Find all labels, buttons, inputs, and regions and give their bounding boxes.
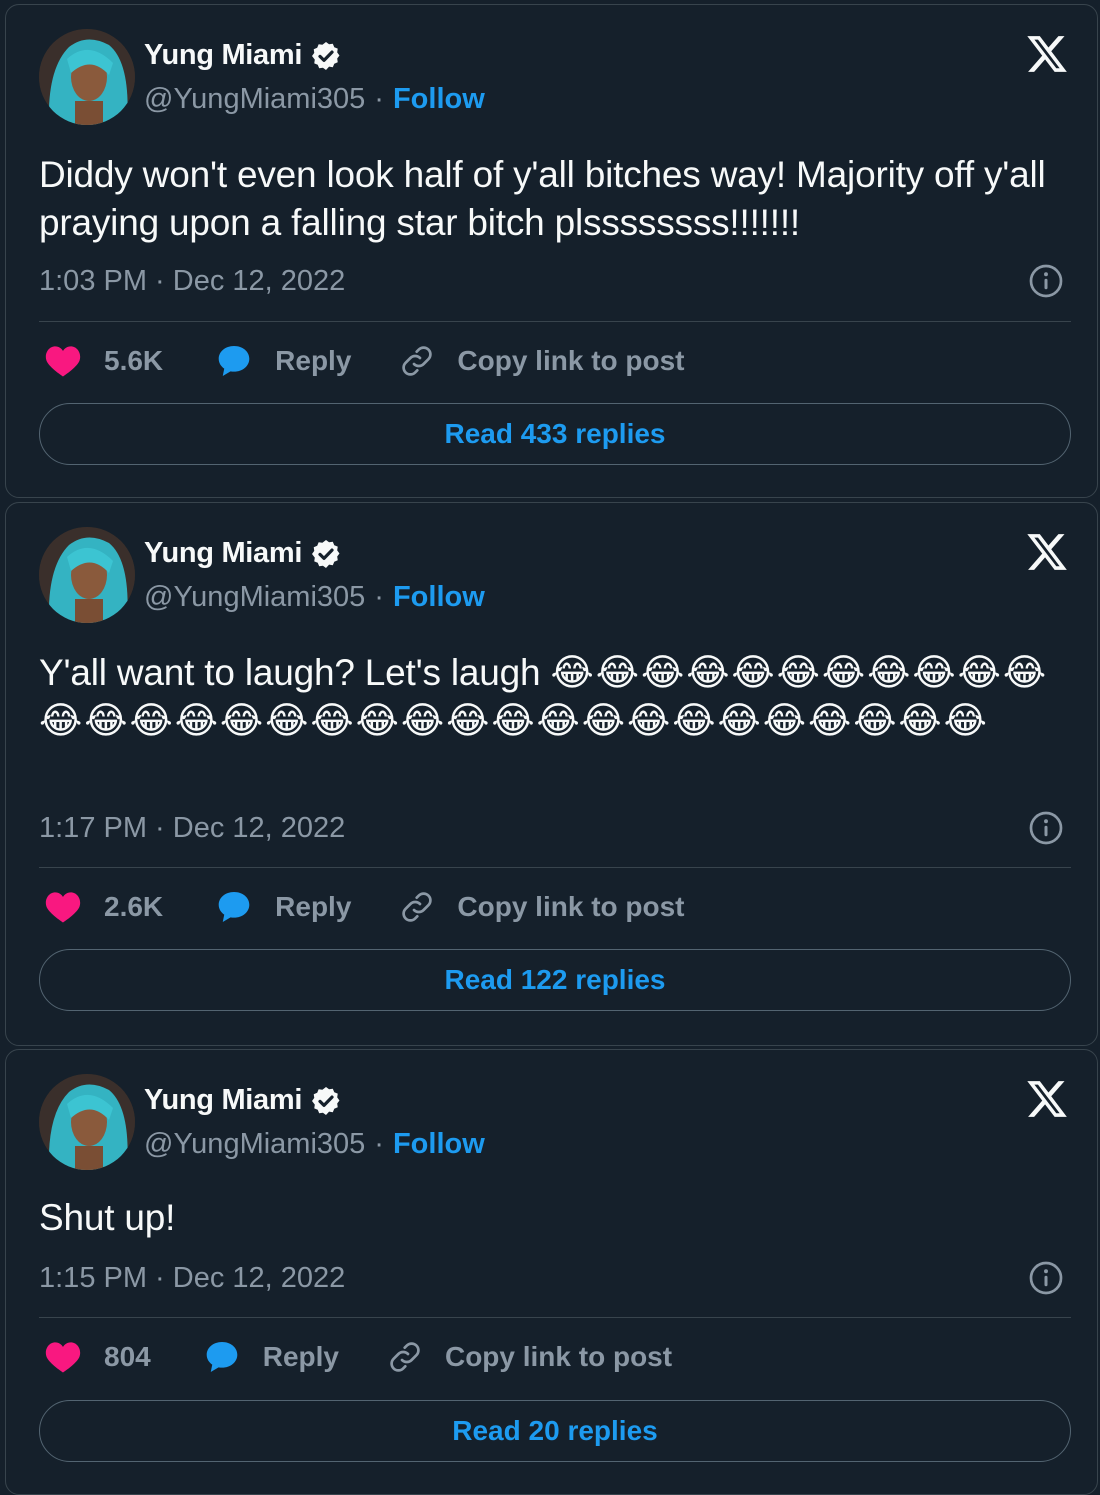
info-icon[interactable] <box>1028 263 1064 299</box>
avatar[interactable] <box>39 29 135 125</box>
x-logo-icon[interactable] <box>1024 530 1070 574</box>
copy-link-label: Copy link to post <box>457 891 685 922</box>
handle-row: @YungMiami305 · Follow <box>144 581 485 614</box>
heart-icon <box>45 346 81 377</box>
copy-link-button[interactable]: Copy link to post <box>399 889 685 925</box>
tweet-card: Yung Miami @YungMiami305 · Follow Y'all … <box>5 502 1098 1046</box>
info-icon[interactable] <box>1028 810 1064 846</box>
separator: · <box>374 83 384 115</box>
verified-badge-icon <box>312 1086 340 1115</box>
like-count: 804 <box>104 1341 151 1372</box>
verified-badge-icon <box>312 539 340 568</box>
tweet-card: Yung Miami @YungMiami305 · Follow Diddy … <box>5 4 1098 498</box>
separator: · <box>374 581 384 613</box>
copy-link-button[interactable]: Copy link to post <box>387 1339 672 1375</box>
follow-button[interactable]: Follow <box>393 1128 485 1161</box>
copy-link-label: Copy link to post <box>457 345 685 376</box>
reply-button[interactable]: Reply <box>215 343 399 379</box>
speech-bubble-icon <box>218 346 250 376</box>
read-replies-button[interactable]: Read 433 replies <box>39 403 1071 465</box>
follow-button[interactable]: Follow <box>393 581 485 614</box>
like-count: 2.6K <box>104 891 164 922</box>
author-name[interactable]: Yung Miami <box>144 537 342 570</box>
reply-button[interactable]: Reply <box>215 889 399 925</box>
tweet-text-body: Y'all want to laugh? Let's laugh <box>39 652 551 693</box>
heart-icon <box>45 892 81 923</box>
info-icon[interactable] <box>1028 1260 1064 1296</box>
handle[interactable]: @YungMiami305 <box>144 1128 365 1161</box>
action-bar: 2.6K Reply Copy link to post <box>44 889 685 925</box>
timestamp[interactable]: 1:15 PM · Dec 12, 2022 <box>39 1262 345 1295</box>
follow-button[interactable]: Follow <box>393 83 485 116</box>
divider <box>39 321 1071 322</box>
tweet-card: Yung Miami @YungMiami305 · Follow Shut u… <box>5 1049 1098 1495</box>
like-button[interactable]: 804 <box>44 1340 203 1374</box>
heart-icon <box>45 1342 81 1373</box>
divider <box>39 1317 1071 1318</box>
like-button[interactable]: 2.6K <box>44 890 215 924</box>
handle-row: @YungMiami305 · Follow <box>144 1128 485 1161</box>
reply-label: Reply <box>275 891 352 922</box>
timestamp[interactable]: 1:03 PM · Dec 12, 2022 <box>39 265 345 298</box>
tweet-text: Y'all want to laugh? Let's laugh 😂😂😂😂😂😂😂… <box>39 649 1069 745</box>
avatar[interactable] <box>39 527 135 623</box>
action-bar: 5.6K Reply Copy link to post <box>44 343 685 379</box>
author-name-text[interactable]: Yung Miami <box>144 1084 302 1117</box>
x-logo-icon[interactable] <box>1024 1077 1070 1121</box>
reply-button[interactable]: Reply <box>203 1339 387 1375</box>
read-replies-button[interactable]: Read 20 replies <box>39 1400 1071 1462</box>
copy-link-label: Copy link to post <box>444 1341 673 1372</box>
tweet-text: Shut up! <box>39 1197 176 1238</box>
author-name-text[interactable]: Yung Miami <box>144 537 302 570</box>
like-count: 5.6K <box>104 345 164 376</box>
reply-label: Reply <box>275 345 352 376</box>
author-name-text[interactable]: Yung Miami <box>144 39 302 72</box>
handle[interactable]: @YungMiami305 <box>144 83 365 116</box>
avatar[interactable] <box>39 1074 135 1170</box>
author-name[interactable]: Yung Miami <box>144 1084 342 1117</box>
link-icon <box>390 1342 420 1372</box>
handle[interactable]: @YungMiami305 <box>144 581 365 614</box>
handle-row: @YungMiami305 · Follow <box>144 83 485 116</box>
like-button[interactable]: 5.6K <box>44 344 215 378</box>
speech-bubble-icon <box>218 892 250 922</box>
separator: · <box>374 1128 384 1160</box>
x-logo-icon[interactable] <box>1024 32 1070 76</box>
reply-label: Reply <box>262 1341 339 1372</box>
tweet-text: Diddy won't even look half of y'all bitc… <box>39 154 1056 243</box>
read-replies-button[interactable]: Read 122 replies <box>39 949 1071 1011</box>
verified-badge-icon <box>312 41 340 70</box>
action-bar: 804 Reply Copy link to post <box>44 1339 672 1375</box>
timestamp[interactable]: 1:17 PM · Dec 12, 2022 <box>39 812 345 845</box>
copy-link-button[interactable]: Copy link to post <box>399 343 685 379</box>
divider <box>39 867 1071 868</box>
author-name[interactable]: Yung Miami <box>144 39 342 72</box>
link-icon <box>402 892 433 922</box>
speech-bubble-icon <box>206 1342 238 1372</box>
link-icon <box>402 346 433 376</box>
